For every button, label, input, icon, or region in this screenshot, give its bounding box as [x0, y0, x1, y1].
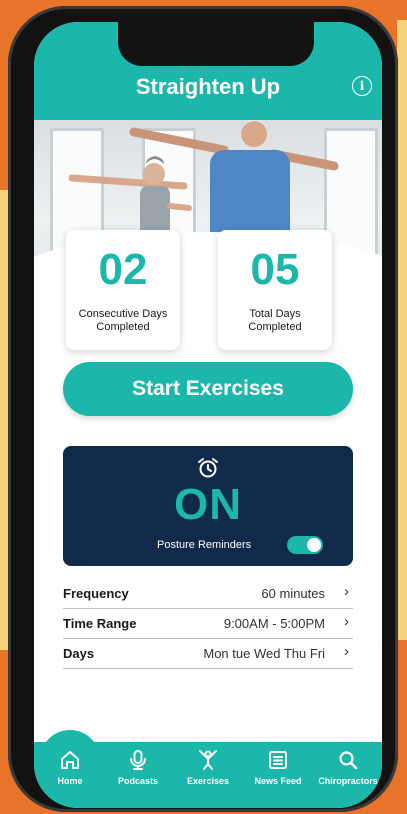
info-icon[interactable]: i	[352, 76, 372, 96]
stat-card-total: 05 Total Days Completed	[218, 230, 332, 350]
alarm-clock-icon	[198, 458, 218, 478]
posture-reminder-toggle[interactable]	[287, 536, 323, 554]
reminder-status: ON	[174, 480, 242, 529]
app-screen: Straighten Up i 02 Consecutive Days Comp…	[34, 22, 382, 808]
toggle-knob	[307, 538, 321, 552]
search-icon	[339, 751, 358, 770]
stat-value: 05	[250, 245, 300, 294]
tab-chiropractors[interactable]: Chiropractors	[316, 748, 380, 786]
row-label: Frequency	[63, 586, 129, 601]
row-value: 9:00AM - 5:00PM	[223, 616, 325, 631]
chevron-right-icon: ›	[344, 583, 349, 600]
row-label: Days	[63, 646, 95, 661]
stat-value: 02	[98, 245, 148, 294]
tab-exercises[interactable]: Exercises	[176, 748, 240, 786]
home-icon	[61, 751, 79, 769]
chevron-right-icon: ›	[344, 643, 349, 660]
row-label: Time Range	[63, 616, 137, 631]
newspaper-icon	[269, 751, 287, 769]
microphone-icon	[130, 750, 146, 770]
tab-label: Home	[57, 776, 83, 786]
start-exercises-button[interactable]: Start Exercises	[63, 362, 353, 416]
posture-reminder-card: ON Posture Reminders	[63, 446, 353, 566]
stat-label: Total Days Completed	[248, 308, 302, 333]
exercise-icon	[199, 750, 217, 770]
tab-label: Chiropractors	[318, 776, 378, 786]
stat-label: Consecutive Days Completed	[78, 308, 168, 333]
time-range-row[interactable]: Time Range 9:00AM - 5:00PM ›	[63, 608, 353, 639]
tab-news-feed[interactable]: News Feed	[246, 748, 310, 786]
chevron-right-icon: ›	[344, 613, 349, 630]
tab-label: Exercises	[186, 776, 230, 786]
tab-podcasts[interactable]: Podcasts	[106, 748, 170, 786]
page-title: Straighten Up	[135, 74, 281, 99]
tab-home[interactable]: Home	[38, 748, 102, 786]
stat-card-consecutive: 02 Consecutive Days Completed	[66, 230, 180, 350]
phone-notch	[118, 22, 314, 66]
frequency-row[interactable]: Frequency 60 minutes ›	[63, 578, 353, 609]
phone-frame: Straighten Up i 02 Consecutive Days Comp…	[8, 6, 398, 812]
row-value: 60 minutes	[261, 586, 325, 601]
row-value: Mon tue Wed Thu Fri	[203, 646, 325, 661]
days-row[interactable]: Days Mon tue Wed Thu Fri ›	[63, 638, 353, 669]
tab-label: News Feed	[254, 776, 302, 786]
reminder-label: Posture Reminders	[157, 539, 252, 551]
tab-label: Podcasts	[117, 776, 159, 786]
background-strip-right	[397, 20, 407, 640]
